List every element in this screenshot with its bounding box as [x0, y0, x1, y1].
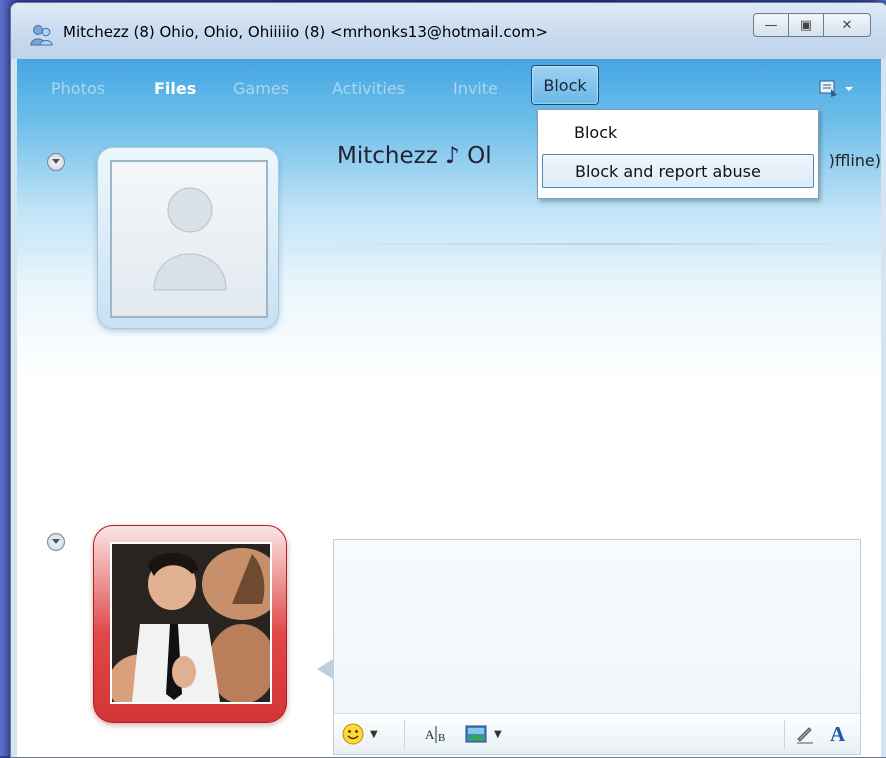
menu-item-block-label: Block: [574, 123, 618, 142]
pen-icon: [797, 727, 813, 744]
person-silhouette-icon: [153, 187, 227, 291]
winks-button[interactable]: A B: [424, 722, 450, 746]
contact-personal-message: Ol: [467, 143, 492, 169]
block-dropdown-menu: Block Block and report abuse: [537, 109, 819, 199]
chevron-down-icon: [52, 539, 60, 544]
handwriting-button[interactable]: [794, 722, 816, 746]
restore-icon: ▣: [799, 17, 813, 33]
chevron-down-icon: ▼: [494, 728, 502, 740]
tab-block-label: Block: [543, 76, 587, 95]
my-photo: [110, 542, 272, 704]
input-toolbar: ▼ A B ▼ A: [334, 713, 860, 754]
menu-item-block[interactable]: Block: [542, 116, 814, 148]
contact-status: )ffline): [828, 151, 881, 170]
expand-contact-button[interactable]: [47, 153, 65, 171]
menu-item-block-and-report[interactable]: Block and report abuse: [542, 154, 814, 188]
tab-invite[interactable]: Invite: [453, 79, 498, 98]
tab-files[interactable]: Files: [154, 79, 196, 98]
window-title: Mitchezz (8) Ohio, Ohio, Ohiiiiio (8) <m…: [63, 23, 548, 41]
font-a-icon: A: [830, 721, 846, 746]
font-button[interactable]: A: [830, 722, 845, 746]
chevron-down-icon: [52, 159, 60, 164]
tab-activities[interactable]: Activities: [332, 79, 405, 98]
toolbar-separator: [404, 720, 405, 748]
header-divider: [327, 243, 881, 245]
my-display-picture[interactable]: [93, 525, 287, 723]
chevron-down-icon: ▼: [370, 728, 378, 740]
title-bar[interactable]: Mitchezz (8) Ohio, Ohio, Ohiiiiio (8) <m…: [11, 3, 886, 59]
minimize-icon: —: [764, 17, 778, 33]
contact-display-name: Mitchezz: [337, 143, 438, 169]
messenger-icon: [30, 25, 53, 46]
user-photo: [112, 544, 270, 702]
smiley-icon: [342, 723, 364, 745]
svg-text:B: B: [438, 732, 445, 744]
conversation-area: Photos Files Games Activities Invite Blo…: [17, 59, 881, 757]
maximize-button[interactable]: ▣: [788, 13, 824, 37]
menu-item-block-and-report-label: Block and report abuse: [575, 162, 761, 181]
minimize-button[interactable]: —: [753, 13, 789, 37]
close-icon: ✕: [841, 17, 853, 33]
contact-name: Mitchezz ♪ Ol: [337, 143, 492, 169]
input-bubble-pointer: [317, 659, 333, 679]
message-input[interactable]: ▼ A B ▼ A: [333, 539, 861, 755]
font-spelling-icon: A B: [425, 726, 445, 744]
window-controls: — ▣ ✕: [753, 13, 871, 37]
close-button[interactable]: ✕: [823, 13, 871, 37]
tab-block[interactable]: Block: [531, 65, 599, 105]
conversation-window: Mitchezz (8) Ohio, Ohio, Ohiiiiio (8) <m…: [10, 2, 886, 758]
toolbar-separator: [784, 720, 785, 748]
svg-text:A: A: [425, 727, 435, 742]
tab-photos[interactable]: Photos: [51, 79, 105, 98]
emoticon-button[interactable]: ▼: [342, 722, 378, 746]
music-note-icon: ♪: [445, 143, 460, 169]
backgrounds-button[interactable]: ▼: [464, 722, 502, 746]
expand-self-button[interactable]: [47, 533, 65, 551]
contact-avatar[interactable]: [97, 147, 279, 329]
tab-games[interactable]: Games: [233, 79, 289, 98]
show-menu-icon[interactable]: [817, 79, 857, 99]
picture-icon: [465, 725, 487, 743]
default-avatar-placeholder: [110, 160, 268, 318]
